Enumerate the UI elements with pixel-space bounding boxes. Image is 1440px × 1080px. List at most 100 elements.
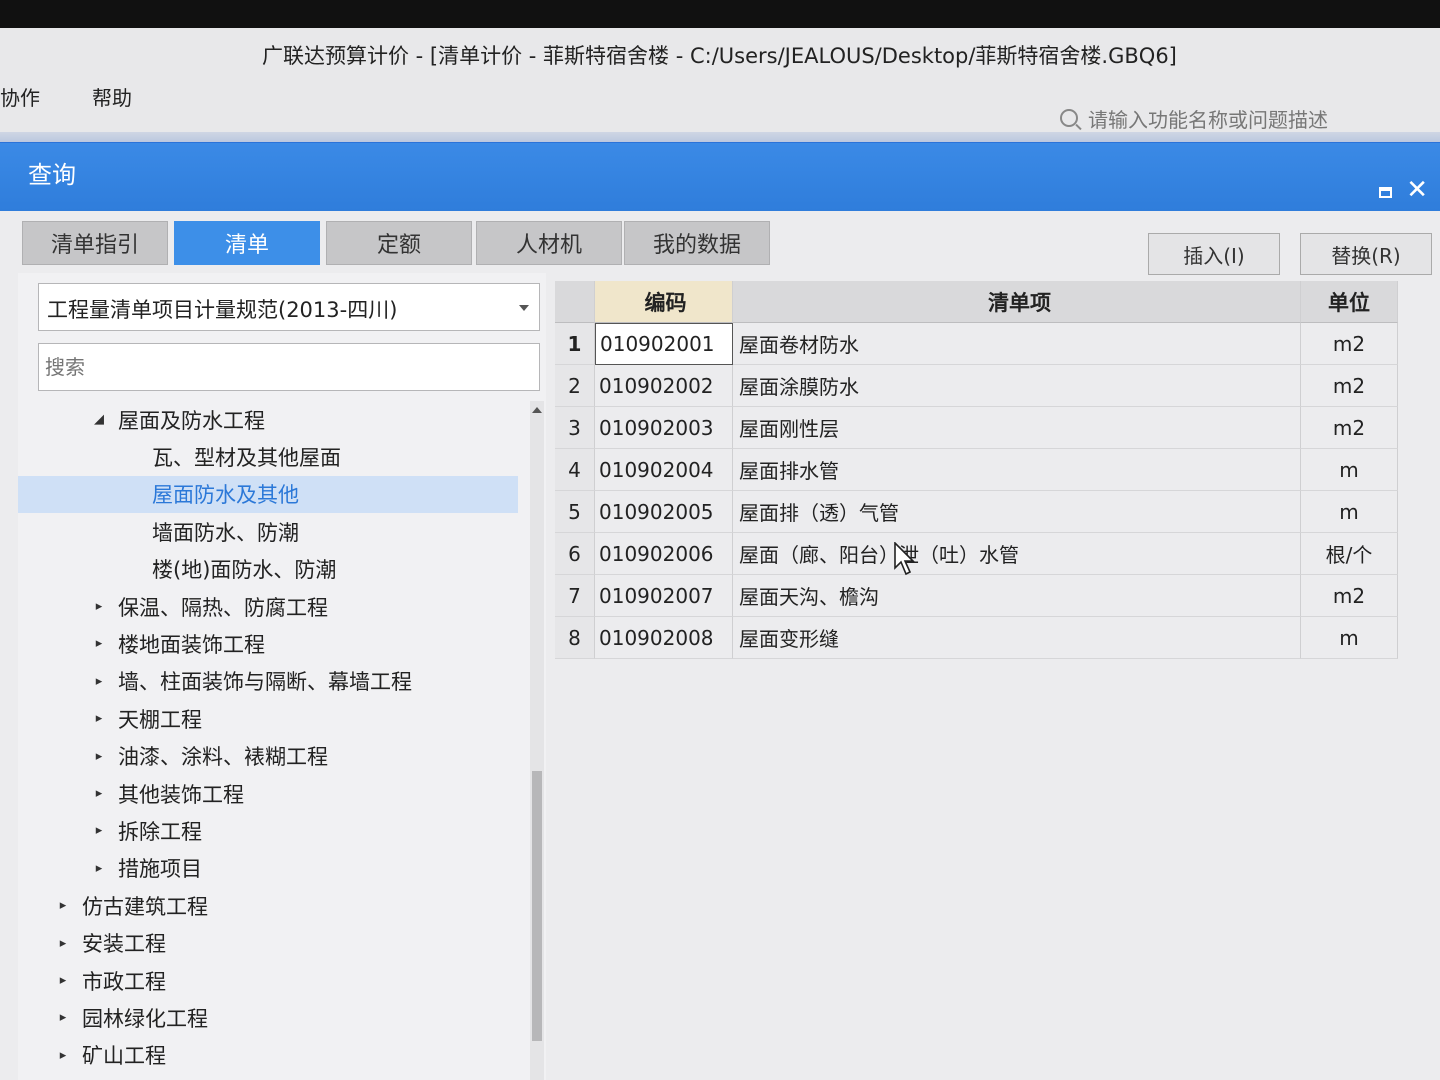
- tree-item-label: 楼地面装饰工程: [118, 632, 265, 657]
- left-panel: 工程量清单项目计量规范(2013-四川) ◢ 屋面及防水工程瓦、型材及其他屋面屋面…: [18, 273, 546, 1080]
- replace-button[interactable]: 替换(R): [1300, 233, 1432, 275]
- tree-item[interactable]: ▸ 拆除工程: [18, 812, 518, 849]
- tree-item[interactable]: 瓦、型材及其他屋面: [18, 438, 518, 475]
- name-cell: 屋面卷材防水: [733, 323, 1301, 365]
- tree-item-label: 拆除工程: [118, 819, 202, 844]
- tree-scrollbar[interactable]: [530, 401, 544, 1080]
- query-dialog: 查询 ✕ 清单指引 清单 定额 人材机 我的数据 插入(I) 替换(R) 工程量…: [0, 142, 1440, 1080]
- tree-item[interactable]: ▸ 墙、柱面装饰与隔断、幕墙工程: [18, 663, 518, 700]
- code-cell: 010902006: [595, 533, 733, 575]
- caret-right-icon[interactable]: ▸: [90, 711, 108, 726]
- row-index: 4: [555, 449, 595, 491]
- tree-item-label: 墙面防水、防潮: [152, 520, 299, 545]
- tree-item[interactable]: ▸ 油漆、涂料、裱糊工程: [18, 738, 518, 775]
- tree-item-label: 瓦、型材及其他屋面: [152, 445, 341, 470]
- insert-button[interactable]: 插入(I): [1148, 233, 1280, 275]
- tree-item[interactable]: 墙面防水、防潮: [18, 513, 518, 550]
- tree-item[interactable]: ▸ 矿山工程: [18, 1037, 518, 1074]
- table-row[interactable]: 4 010902004 屋面排水管 m: [555, 449, 1398, 491]
- table-row[interactable]: 7 010902007 屋面天沟、檐沟 m2: [555, 575, 1398, 617]
- tree-item[interactable]: ▸ 保温、隔热、防腐工程: [18, 588, 518, 625]
- name-cell: 屋面排水管: [733, 449, 1301, 491]
- category-tree: ◢ 屋面及防水工程瓦、型材及其他屋面 屋面防水及其他 墙面防水、防潮楼(地)面防水、防…: [18, 401, 518, 1080]
- tree-item[interactable]: ▸ 安装工程: [18, 925, 518, 962]
- caret-right-icon[interactable]: ▸: [54, 936, 72, 951]
- header-unit[interactable]: 单位: [1301, 281, 1398, 323]
- table-row[interactable]: 5 010902005 屋面排（透）气管 m: [555, 491, 1398, 533]
- unit-cell: m: [1301, 449, 1398, 491]
- name-cell: 屋面天沟、檐沟: [733, 575, 1301, 617]
- tree-item-label: 园林绿化工程: [82, 1006, 208, 1031]
- tree-item-label: 市政工程: [82, 969, 166, 994]
- tree-item[interactable]: ▸ 楼地面装饰工程: [18, 625, 518, 662]
- code-cell: 010902002: [595, 365, 733, 407]
- monitor-bezel: [0, 0, 1440, 28]
- tab-list[interactable]: 清单: [174, 221, 320, 265]
- caret-right-icon[interactable]: ▸: [54, 898, 72, 913]
- spec-select[interactable]: 工程量清单项目计量规范(2013-四川): [38, 283, 540, 331]
- tree-item[interactable]: ▸ 市政工程: [18, 962, 518, 999]
- chevron-down-icon: [519, 305, 529, 311]
- code-cell: 010902007: [595, 575, 733, 617]
- tree-item[interactable]: 楼(地)面防水、防潮: [18, 551, 518, 588]
- name-cell: 屋面变形缝: [733, 617, 1301, 659]
- header-code[interactable]: 编码: [595, 281, 733, 323]
- tree-item-label: 屋面防水及其他: [152, 483, 299, 508]
- maximize-icon[interactable]: [1379, 187, 1392, 198]
- search-box[interactable]: [38, 343, 540, 391]
- tab-quota[interactable]: 定额: [326, 221, 472, 265]
- caret-right-icon[interactable]: ▸: [90, 786, 108, 801]
- table-row[interactable]: 6 010902006 屋面（廊、阳台）泄（吐）水管 根/个: [555, 533, 1398, 575]
- close-icon[interactable]: ✕: [1406, 177, 1428, 203]
- table-row[interactable]: 8 010902008 屋面变形缝 m: [555, 617, 1398, 659]
- tree-item[interactable]: ▸ 其他装饰工程: [18, 775, 518, 812]
- tab-list-guide[interactable]: 清单指引: [22, 221, 168, 265]
- row-index: 1: [555, 323, 595, 365]
- menu-item-collab[interactable]: 协作: [0, 82, 40, 111]
- caret-right-icon[interactable]: ▸: [54, 973, 72, 988]
- unit-cell: m: [1301, 491, 1398, 533]
- tree-item[interactable]: ▸ 仿古建筑工程: [18, 887, 518, 924]
- tree-item-label: 其他装饰工程: [118, 782, 244, 807]
- name-cell: 屋面排（透）气管: [733, 491, 1301, 533]
- caret-right-icon[interactable]: ▸: [54, 1010, 72, 1025]
- caret-right-icon[interactable]: ▸: [90, 599, 108, 614]
- caret-right-icon[interactable]: ▸: [90, 823, 108, 838]
- dialog-title: 查询: [28, 161, 76, 189]
- scroll-up-icon[interactable]: [532, 407, 542, 413]
- caret-down-icon[interactable]: ◢: [90, 412, 108, 427]
- spec-select-value: 工程量清单项目计量规范(2013-四川): [47, 298, 398, 322]
- tree-item[interactable]: 屋面防水及其他: [18, 475, 518, 513]
- caret-right-icon[interactable]: ▸: [90, 749, 108, 764]
- unit-cell: m2: [1301, 323, 1398, 365]
- table-row[interactable]: 3 010902003 屋面刚性层 m2: [555, 407, 1398, 449]
- tab-my-data[interactable]: 我的数据: [624, 221, 770, 265]
- dialog-titlebar[interactable]: 查询 ✕: [0, 143, 1440, 211]
- mouse-cursor-icon: [894, 542, 915, 576]
- unit-cell: 根/个: [1301, 533, 1398, 575]
- name-cell: 屋面刚性层: [733, 407, 1301, 449]
- table-row[interactable]: 1 010902001 屋面卷材防水 m2: [555, 323, 1398, 365]
- menu-item-help[interactable]: 帮助: [92, 82, 132, 111]
- tree-item[interactable]: ▸ 措施项目: [18, 850, 518, 887]
- screen: 广联达预算计价 - [清单计价 - 菲斯特宿舍楼 - C:/Users/JEAL…: [0, 0, 1440, 1080]
- tab-labor-material-machine[interactable]: 人材机: [476, 221, 622, 265]
- tree-item-label: 楼(地)面防水、防潮: [152, 558, 337, 583]
- unit-cell: m2: [1301, 407, 1398, 449]
- caret-right-icon[interactable]: ▸: [90, 674, 108, 689]
- row-index: 2: [555, 365, 595, 407]
- tree-item[interactable]: ▸ 天棚工程: [18, 700, 518, 737]
- header-name[interactable]: 清单项: [733, 281, 1301, 323]
- caret-right-icon[interactable]: ▸: [90, 861, 108, 876]
- tree-item-label: 措施项目: [118, 857, 202, 882]
- table-row[interactable]: 2 010902002 屋面涂膜防水 m2: [555, 365, 1398, 407]
- caret-right-icon[interactable]: ▸: [90, 636, 108, 651]
- tree-item-label: 矿山工程: [82, 1044, 166, 1069]
- tree-item[interactable]: ▸ 园林绿化工程: [18, 999, 518, 1036]
- help-search[interactable]: 请输入功能名称或问题描述: [1060, 102, 1440, 134]
- name-cell: 屋面（廊、阳台）泄（吐）水管: [733, 533, 1301, 575]
- caret-right-icon[interactable]: ▸: [54, 1048, 72, 1063]
- scrollbar-thumb[interactable]: [532, 771, 542, 1041]
- search-input[interactable]: [39, 344, 539, 390]
- tree-item[interactable]: ◢ 屋面及防水工程: [18, 401, 518, 438]
